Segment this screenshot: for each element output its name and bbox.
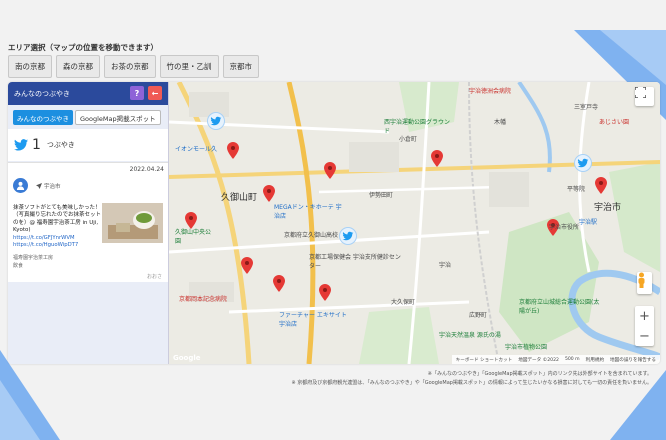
back-button[interactable]: ← [148, 86, 162, 100]
map-label-okamoto-hospital: 京都岡本記念病院 [179, 296, 228, 303]
map-label-uji-mid: 宇治 [439, 262, 452, 269]
tweet-link-2[interactable]: https://t.co/HguoWipDT7 [13, 242, 101, 249]
map-attribution: キーボード ショートカット 地図データ ©2022 500 m 利用規約 地図の… [451, 355, 660, 364]
map-label-okubo: 大久保町 [391, 299, 416, 306]
map-pin-icon[interactable] [227, 142, 239, 159]
keyboard-shortcuts-link[interactable]: キーボード ショートカット [456, 357, 513, 363]
area-select-title: エリア選択（マップの位置を移動できます） [8, 43, 158, 52]
map-label-nishiuji-ground: 西宇治運動公園グラウンド [384, 119, 451, 135]
tweet-count-unit: つぶやき [46, 141, 75, 149]
tab-googlemap-spots[interactable]: GoogleMap掲載スポット [75, 110, 161, 125]
map-label-botanic-park: 宇治市植物公園 [505, 344, 548, 351]
map-pin-icon[interactable] [263, 185, 275, 202]
tweet-count-number: 1 [32, 137, 41, 153]
twitter-marker-icon [207, 112, 225, 130]
map-pin-icon[interactable] [595, 177, 607, 194]
twitter-icon [14, 139, 28, 151]
panel-header: みんなのつぶやき ? ← [8, 82, 168, 105]
tweet-category: 飲食 [13, 263, 24, 269]
help-button[interactable]: ? [130, 86, 144, 100]
map-pin-icon[interactable] [241, 257, 253, 274]
map-label-iseda: 伊勢田町 [369, 192, 394, 199]
tweet-panel: みんなのつぶやき ? ← みんなのつぶやき GoogleMap掲載スポット 1 … [8, 82, 169, 364]
tweet-footer: おおさ [146, 274, 162, 280]
map-label-kumiyama: 久御山町 [221, 193, 258, 203]
area-buttons: 南の京都 森の京都 お茶の京都 竹の里・乙訓 京都市 [8, 55, 259, 78]
map-label-uji-tokushukai: 宇治徳洲会病院 [469, 88, 512, 95]
disclaimer-line-1: ※「みんなのつぶやき」「GoogleMap掲載スポット」内のリンク先は外部サイト… [427, 371, 652, 377]
avatar [13, 178, 28, 193]
map-label-uji-city: 宇治市 [594, 203, 622, 213]
map-label-kumiyama-park: 久御山中央公園 [175, 229, 212, 245]
matcha-photo-icon [102, 203, 163, 243]
zoom-in-button[interactable]: + [639, 309, 650, 324]
map-label-genji-onsen: 宇治天然温泉 源氏の湯 [439, 332, 501, 339]
map-pin-icon[interactable] [431, 150, 443, 167]
area-button-forest[interactable]: 森の京都 [56, 55, 100, 78]
map-label-ajisai: あじさい園 [599, 119, 630, 126]
tweet-spot-name: 福寿園宇治茶工房 [13, 255, 54, 261]
pegman-icon [638, 272, 645, 288]
panel-tabs: みんなのつぶやき GoogleMap掲載スポット [13, 110, 161, 125]
map-label-kumiyama-high: 京都府立久御山高校 [284, 232, 339, 239]
map-frame: みんなのつぶやき ? ← みんなのつぶやき GoogleMap掲載スポット 1 … [8, 82, 660, 364]
tweet-count: 1 つぶやき [8, 129, 168, 161]
report-error-link[interactable]: 地図の誤りを報告する [610, 357, 656, 363]
tweet-card[interactable]: 2022.04.24 宇治市 抹茶ソフトがとても美味しかった！（写真撮り忘れたの… [8, 162, 168, 282]
disclaimer-line-2: ※ 京都府及び京都府観光連盟は、「みんなのつぶやき」や「GoogleMap掲載ス… [291, 380, 652, 386]
map-label-ogura: 小倉町 [399, 136, 418, 143]
tweet-link-1[interactable]: https://t.co/GFJYnrWVM [13, 235, 101, 242]
map-label-uji-station: 宇治駅 [579, 219, 598, 226]
map-label-uji-cityhall: 宇治市役所 [549, 224, 580, 231]
area-button-tea[interactable]: お茶の京都 [104, 55, 156, 78]
terms-link[interactable]: 利用規約 [586, 357, 604, 363]
map-label-health-center: 京都工場保健会 宇治支所健診センター [309, 254, 401, 270]
map-label-kobata: 木幡 [494, 119, 507, 126]
tweet-photo[interactable] [102, 203, 163, 243]
zoom-out-button[interactable]: − [639, 329, 650, 344]
map-label-aeon: イオンモール久 [175, 146, 218, 153]
area-button-south[interactable]: 南の京都 [8, 55, 52, 78]
user-icon [16, 181, 25, 190]
disclaimer-notes: ※「みんなのつぶやき」「GoogleMap掲載スポット」内のリンク先は外部サイト… [291, 370, 652, 388]
map-pin-icon[interactable] [324, 162, 336, 179]
map-pin-icon[interactable] [319, 284, 331, 301]
location-arrow-icon [36, 183, 42, 189]
fullscreen-icon [635, 87, 646, 98]
street-view-pegman[interactable] [637, 272, 652, 294]
map-label-future: ファーチャー エキサイト 宇治店 [279, 312, 347, 328]
map-pin-icon[interactable] [273, 275, 285, 292]
fullscreen-button[interactable] [635, 87, 654, 106]
map-label-byodoin: 平等院 [567, 186, 586, 193]
area-button-kyoto-city[interactable]: 京都市 [222, 55, 259, 78]
tweet-text: 抹茶ソフトがとても美味しかった！（写真撮り忘れたのでお抹茶セットのを）@ 福寿園… [13, 205, 101, 249]
area-button-bamboo[interactable]: 竹の里・乙訓 [159, 55, 219, 78]
map-data-credit: 地図データ ©2022 [518, 357, 559, 363]
twitter-marker-icon [339, 227, 357, 245]
map-label-hirono: 広野町 [469, 312, 488, 319]
tab-tweets[interactable]: みんなのつぶやき [13, 110, 73, 125]
map-label-mega: MEGAドン・キホーテ 宇治店 [274, 204, 342, 220]
twitter-marker-icon [574, 154, 592, 172]
tweet-location: 宇治市 [36, 182, 61, 190]
map-label-taiyogaoka: 京都府立山城総合運動公園(太陽が丘) [519, 299, 600, 315]
tweet-location-label: 宇治市 [44, 184, 61, 190]
google-map[interactable]: 久御山町 宇治市 イオンモール久 MEGAドン・キホーテ 宇治店 宇治徳洲会病院… [169, 82, 660, 364]
google-logo: Google [173, 354, 201, 362]
map-scale[interactable]: 500 m [565, 357, 580, 362]
zoom-control: + − [635, 306, 654, 346]
map-label-mimurotoji: 三室戸寺 [574, 104, 599, 111]
tweet-meta: 福寿園宇治茶工房 飲食 [13, 254, 53, 270]
tweet-body: 抹茶ソフトがとても美味しかった！（写真撮り忘れたのでお抹茶セットのを）@ 福寿園… [13, 205, 102, 234]
tweet-date: 2022.04.24 [129, 166, 164, 173]
panel-title: みんなのつぶやき [14, 89, 70, 98]
